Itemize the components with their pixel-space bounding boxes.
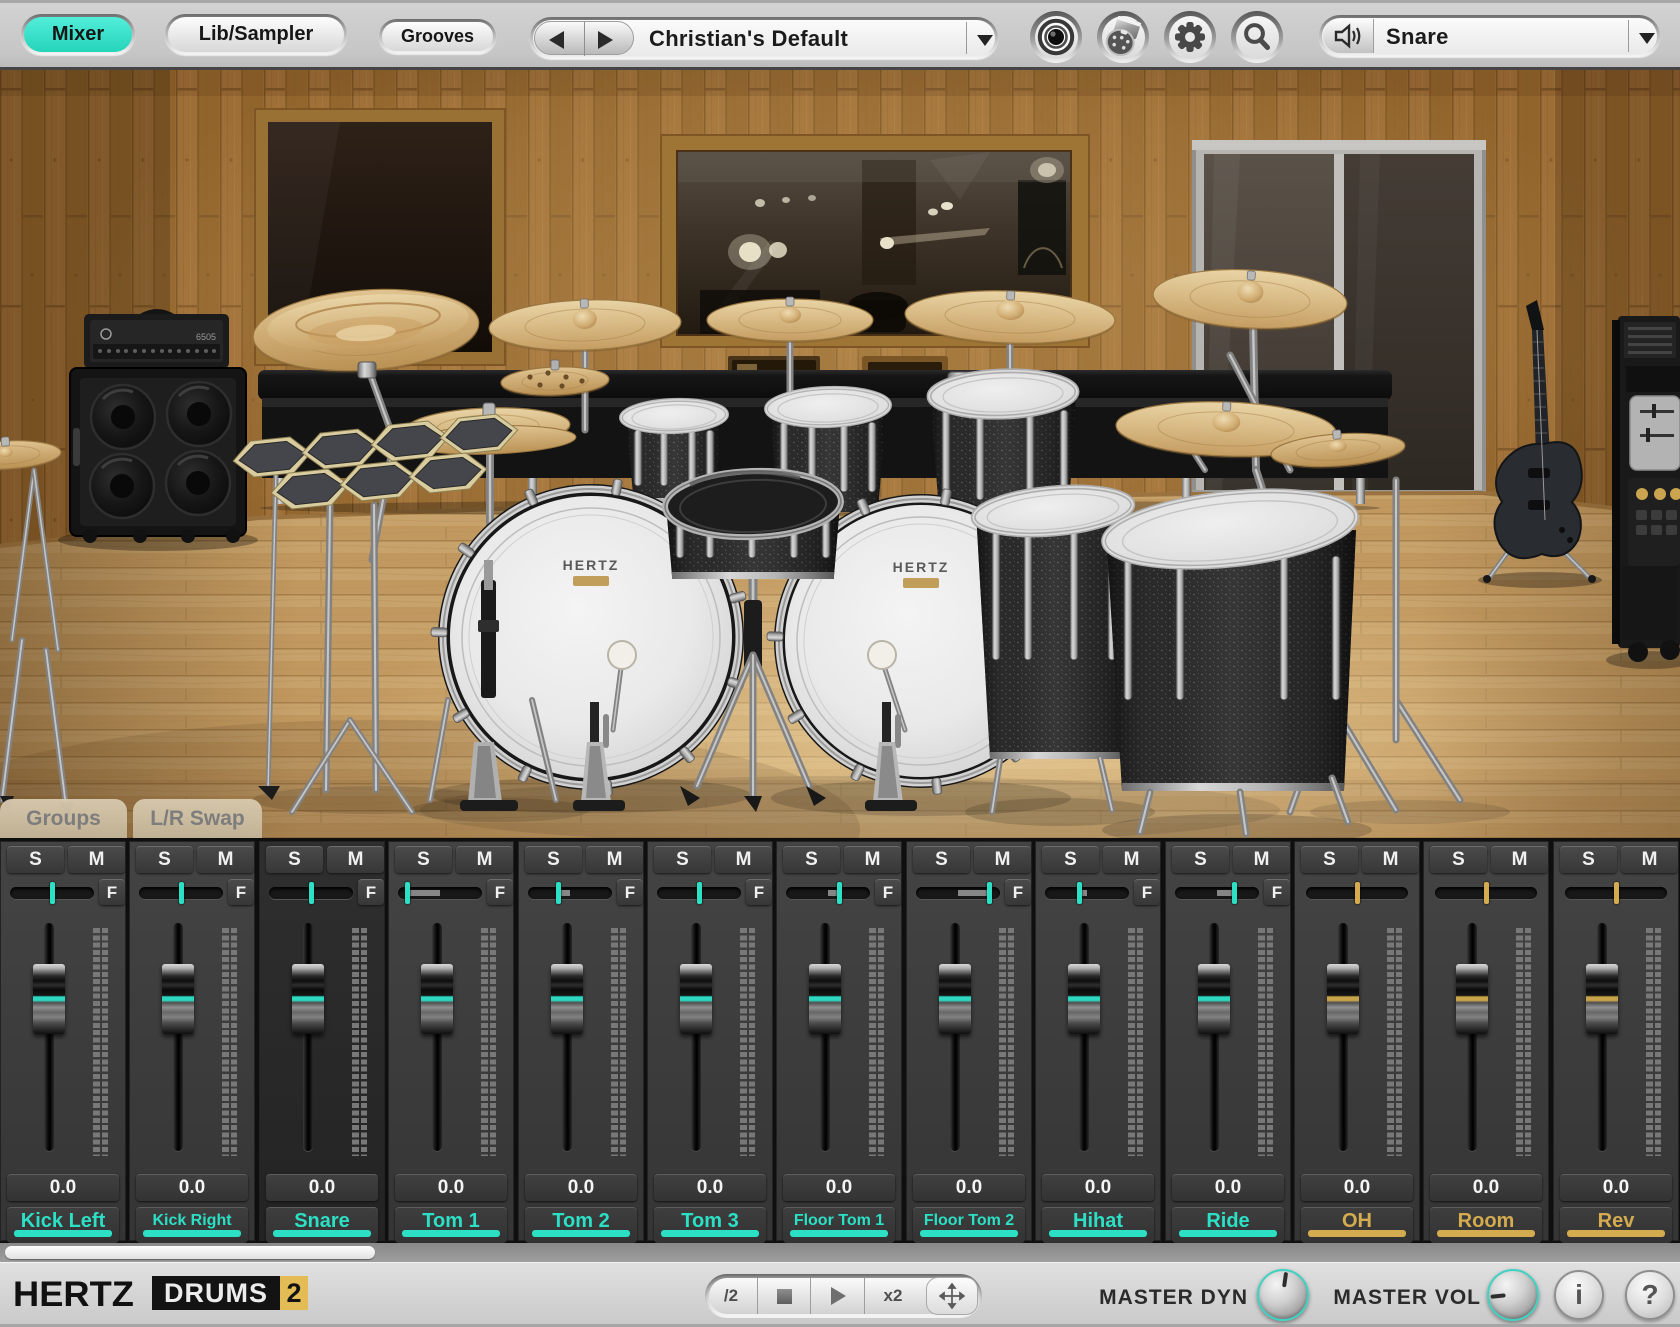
svg-text:HERTZ: HERTZ	[893, 559, 950, 575]
svg-text:HERTZ: HERTZ	[563, 557, 620, 573]
svg-text:6505: 6505	[196, 332, 216, 342]
